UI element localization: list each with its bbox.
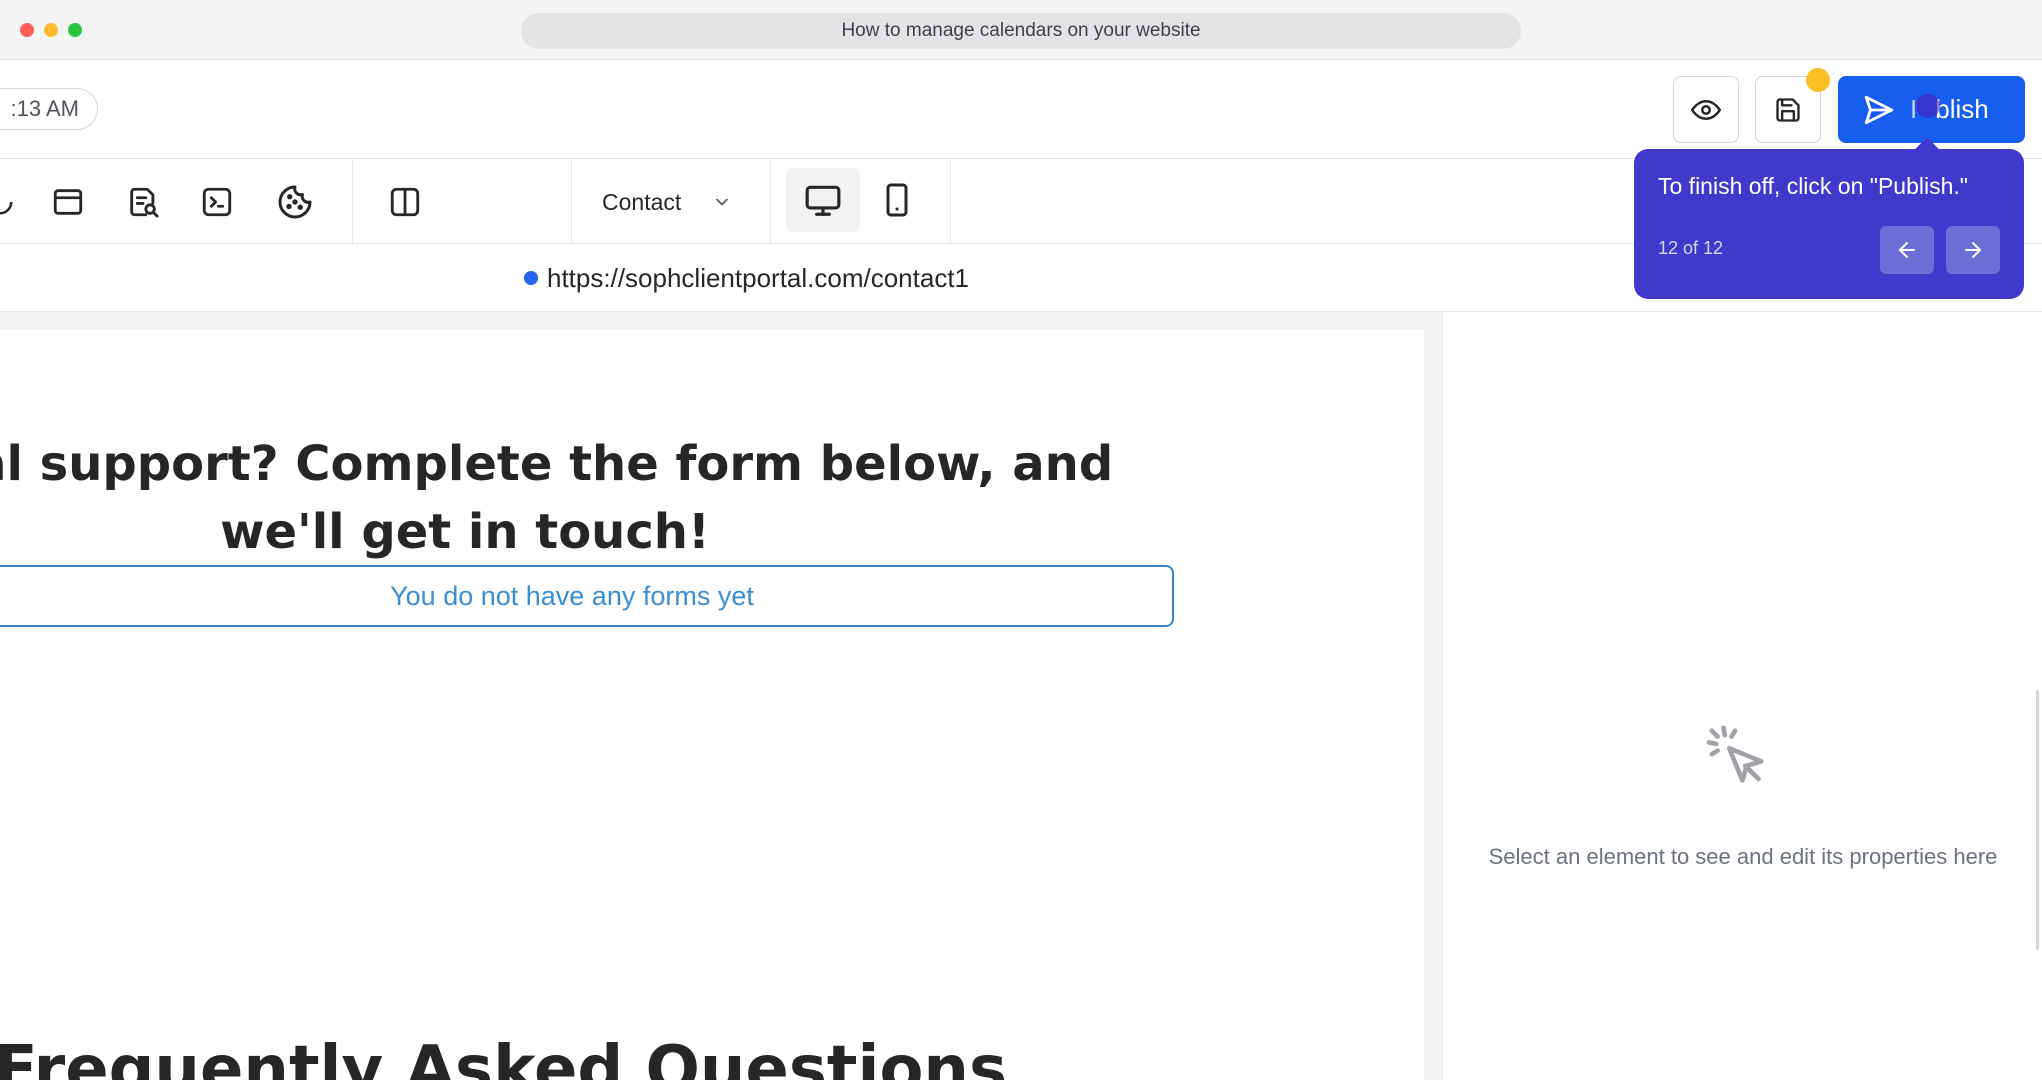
layout-icon[interactable] <box>385 180 425 224</box>
seo-icon[interactable] <box>123 180 163 224</box>
mobile-icon <box>886 183 908 217</box>
chevron-down-icon <box>716 198 728 206</box>
cookie-icon[interactable] <box>275 180 315 224</box>
form-placeholder[interactable]: You do not have any forms yet <box>0 565 1174 627</box>
app-window: How to manage calendars on your website … <box>0 0 2042 1080</box>
section-icon[interactable] <box>48 180 88 224</box>
tour-step-counter: 12 of 12 <box>1658 238 1724 258</box>
click-target-indicator <box>1916 94 1940 118</box>
arrow-left-icon <box>1899 242 1915 258</box>
properties-panel: Select an element to see and edit its pr… <box>1442 312 2042 1080</box>
tour-previous-button[interactable] <box>1880 226 1934 274</box>
arrow-right-icon <box>1965 242 1981 258</box>
faq-heading[interactable]: Frequently Asked Questions <box>0 1030 1007 1080</box>
tour-tooltip-text: To finish off, click on "Publish." <box>1658 173 1968 199</box>
page-preview[interactable]: ditional support? Complete the form belo… <box>0 330 1424 1080</box>
live-status-dot <box>524 271 538 285</box>
unsaved-changes-indicator <box>1806 68 1830 92</box>
last-saved-time: :13 AM <box>0 88 98 130</box>
contact-headline[interactable]: ditional support? Complete the form belo… <box>0 430 1290 566</box>
minimize-window-button[interactable] <box>44 23 58 37</box>
desktop-view-button[interactable] <box>786 168 860 232</box>
headline-line-1: ditional support? Complete the form belo… <box>0 436 1114 492</box>
code-icon[interactable] <box>197 180 237 224</box>
headline-line-2: we'll get in touch! <box>220 504 710 560</box>
send-icon <box>1864 95 1894 124</box>
page-selector[interactable]: Contact <box>580 178 760 226</box>
window-title: How to manage calendars on your website <box>521 13 1521 49</box>
page-selector-value: Contact <box>602 188 682 215</box>
zoom-window-button[interactable] <box>68 23 82 37</box>
editor-canvas: ditional support? Complete the form belo… <box>0 312 1442 1080</box>
floppy-disk-icon <box>1776 97 1800 122</box>
toolbar-divider <box>352 160 353 244</box>
toolbar-divider <box>770 160 771 244</box>
editor-header: :13 AM <box>0 60 2042 159</box>
properties-scrollbar[interactable] <box>2036 690 2039 950</box>
tour-next-button[interactable] <box>1946 226 2000 274</box>
close-window-button[interactable] <box>20 23 34 37</box>
live-url-link[interactable]: https://sophclientportal.com/contact1 <box>547 262 969 294</box>
element-icon[interactable] <box>0 180 20 224</box>
properties-empty-hint: Select an element to see and edit its pr… <box>1488 844 1998 869</box>
desktop-icon <box>805 185 841 216</box>
eye-icon <box>1691 99 1721 120</box>
publish-label: blish <box>1935 94 1989 124</box>
toolbar-divider <box>571 160 572 244</box>
toolbar-divider <box>950 160 951 244</box>
mobile-view-button[interactable] <box>860 168 934 232</box>
tour-tooltip: To finish off, click on "Publish." 12 of… <box>1634 149 2024 299</box>
pointer-click-icon <box>1706 725 1764 783</box>
window-titlebar: How to manage calendars on your website <box>0 0 2042 60</box>
preview-button[interactable] <box>1673 76 1739 143</box>
